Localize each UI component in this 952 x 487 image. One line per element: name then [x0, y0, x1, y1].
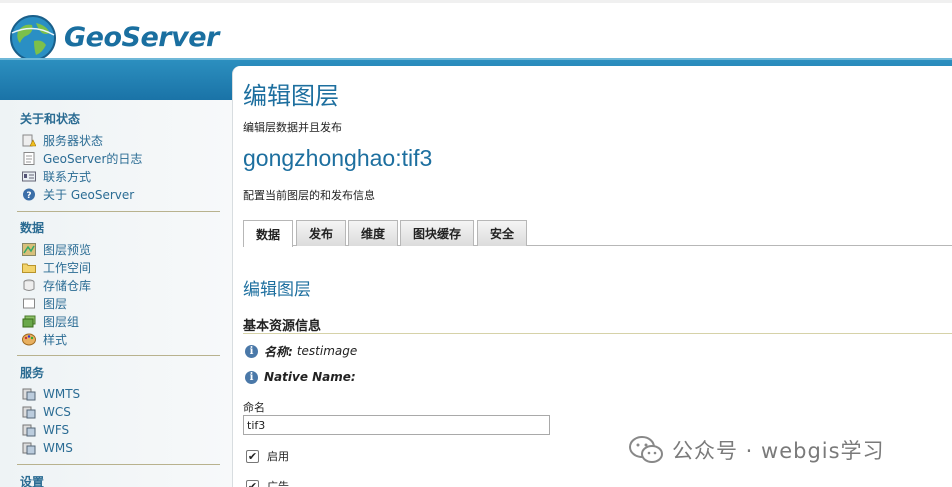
service-icon: [22, 406, 36, 419]
palette-icon: [22, 333, 36, 346]
page-title: 编辑图层: [243, 83, 339, 110]
sidebar-item-workspaces[interactable]: 工作空间: [22, 259, 91, 275]
layer-group-icon: [22, 315, 36, 328]
service-icon: [22, 442, 36, 455]
basic-info-title: 基本资源信息: [243, 319, 322, 334]
advertised-checkbox-row[interactable]: ✔ 广告: [246, 478, 289, 487]
sidebar-item-contact[interactable]: 联系方式: [22, 168, 91, 184]
sidebar-section-settings: 设置: [20, 475, 45, 487]
info-native-name-row: i Native Name:: [245, 369, 360, 385]
enabled-checkbox[interactable]: ✔: [246, 449, 259, 463]
sidebar-divider: [17, 464, 220, 465]
section-title: 编辑图层: [243, 280, 311, 299]
top-border: [0, 0, 952, 3]
sidebar-item-about[interactable]: ? 关于 GeoServer: [22, 186, 134, 202]
sidebar-item-label: WCS: [43, 405, 71, 419]
info-icon: i: [245, 370, 258, 384]
tab-security[interactable]: 安全: [477, 220, 527, 246]
geoserver-globe-icon[interactable]: [8, 13, 58, 63]
svg-text:?: ?: [26, 191, 31, 201]
info-name-row: i 名称: testimage: [245, 343, 357, 359]
sidebar-divider: [17, 211, 220, 212]
sidebar-item-layer-groups[interactable]: 图层组: [22, 313, 79, 329]
sidebar-item-label: 服务器状态: [43, 133, 104, 148]
page-subtitle: 编辑层数据并且发布: [243, 121, 342, 134]
sidebar-section-about: 关于和状态: [20, 112, 81, 126]
sidebar-item-label: 样式: [43, 332, 68, 347]
name-field[interactable]: [243, 415, 550, 435]
map-preview-icon: [22, 242, 36, 256]
enabled-checkbox-row[interactable]: ✔ 启用: [246, 448, 289, 464]
sidebar-item-label: 图层: [43, 296, 68, 311]
warning-icon: [22, 134, 37, 147]
tab-dimensions[interactable]: 维度: [348, 220, 398, 246]
header: GeoServer: [0, 0, 952, 61]
sidebar-item-label: 关于 GeoServer: [43, 187, 135, 202]
name-field-label: 命名: [243, 401, 265, 414]
sidebar-item-wmts[interactable]: WMTS: [22, 386, 80, 402]
sidebar-item-wcs[interactable]: WCS: [22, 404, 71, 420]
sidebar-item-label: 图层预览: [43, 242, 92, 257]
sidebar-item-styles[interactable]: 样式: [22, 331, 67, 347]
sidebar-item-server-status[interactable]: 服务器状态: [22, 132, 103, 148]
advertised-checkbox[interactable]: ✔: [246, 479, 259, 487]
sidebar-item-label: 联系方式: [43, 169, 92, 184]
tab-data[interactable]: 数据: [243, 220, 293, 247]
sidebar-item-logs[interactable]: GeoServer的日志: [22, 150, 142, 166]
service-icon: [22, 388, 36, 401]
sidebar-item-label: 图层组: [43, 314, 80, 329]
database-icon: [22, 279, 36, 292]
checkbox-label: 启用: [267, 450, 289, 463]
sidebar-item-stores[interactable]: 存储仓库: [22, 277, 91, 293]
info-icon: i: [245, 344, 258, 358]
checkbox-label: 广告: [267, 480, 289, 487]
watermark-text: 公众号 · webgis学习: [672, 439, 885, 463]
info-label: 名称:: [264, 344, 293, 359]
layer-icon: [22, 297, 36, 310]
sidebar-item-label: WMTS: [43, 387, 81, 401]
sidebar-item-label: 存储仓库: [43, 278, 92, 293]
tab-publishing[interactable]: 发布: [296, 220, 346, 246]
folder-icon: [22, 261, 36, 274]
sidebar-item-layer-preview[interactable]: 图层预览: [22, 241, 91, 257]
document-icon: [22, 151, 36, 165]
info-label: Native Name:: [264, 370, 356, 384]
contact-card-icon: [22, 170, 36, 183]
sidebar-section-services: 服务: [20, 366, 45, 380]
wechat-icon: [629, 436, 663, 463]
page-description: 配置当前图层的和发布信息: [243, 189, 375, 202]
info-value: testimage: [296, 344, 358, 358]
basic-info-divider: [243, 333, 952, 334]
layer-name-heading: gongzhonghao:tif3: [243, 145, 433, 171]
sidebar-item-label: 工作空间: [43, 260, 92, 275]
watermark: 公众号 · webgis学习: [628, 432, 885, 468]
sidebar-item-wms[interactable]: WMS: [22, 440, 73, 456]
app-logo-text[interactable]: GeoServer: [64, 22, 219, 53]
help-icon: ?: [22, 188, 36, 201]
sidebar-divider: [17, 355, 220, 356]
sidebar-item-label: GeoServer的日志: [43, 151, 143, 166]
tab-tile-caching[interactable]: 图块缓存: [400, 220, 474, 246]
sidebar-section-data: 数据: [20, 221, 45, 235]
sidebar-item-wfs[interactable]: WFS: [22, 422, 69, 438]
sidebar-item-label: WFS: [43, 423, 70, 437]
service-icon: [22, 424, 36, 437]
sidebar-item-layers[interactable]: 图层: [22, 295, 67, 311]
sidebar-item-label: WMS: [43, 441, 73, 455]
